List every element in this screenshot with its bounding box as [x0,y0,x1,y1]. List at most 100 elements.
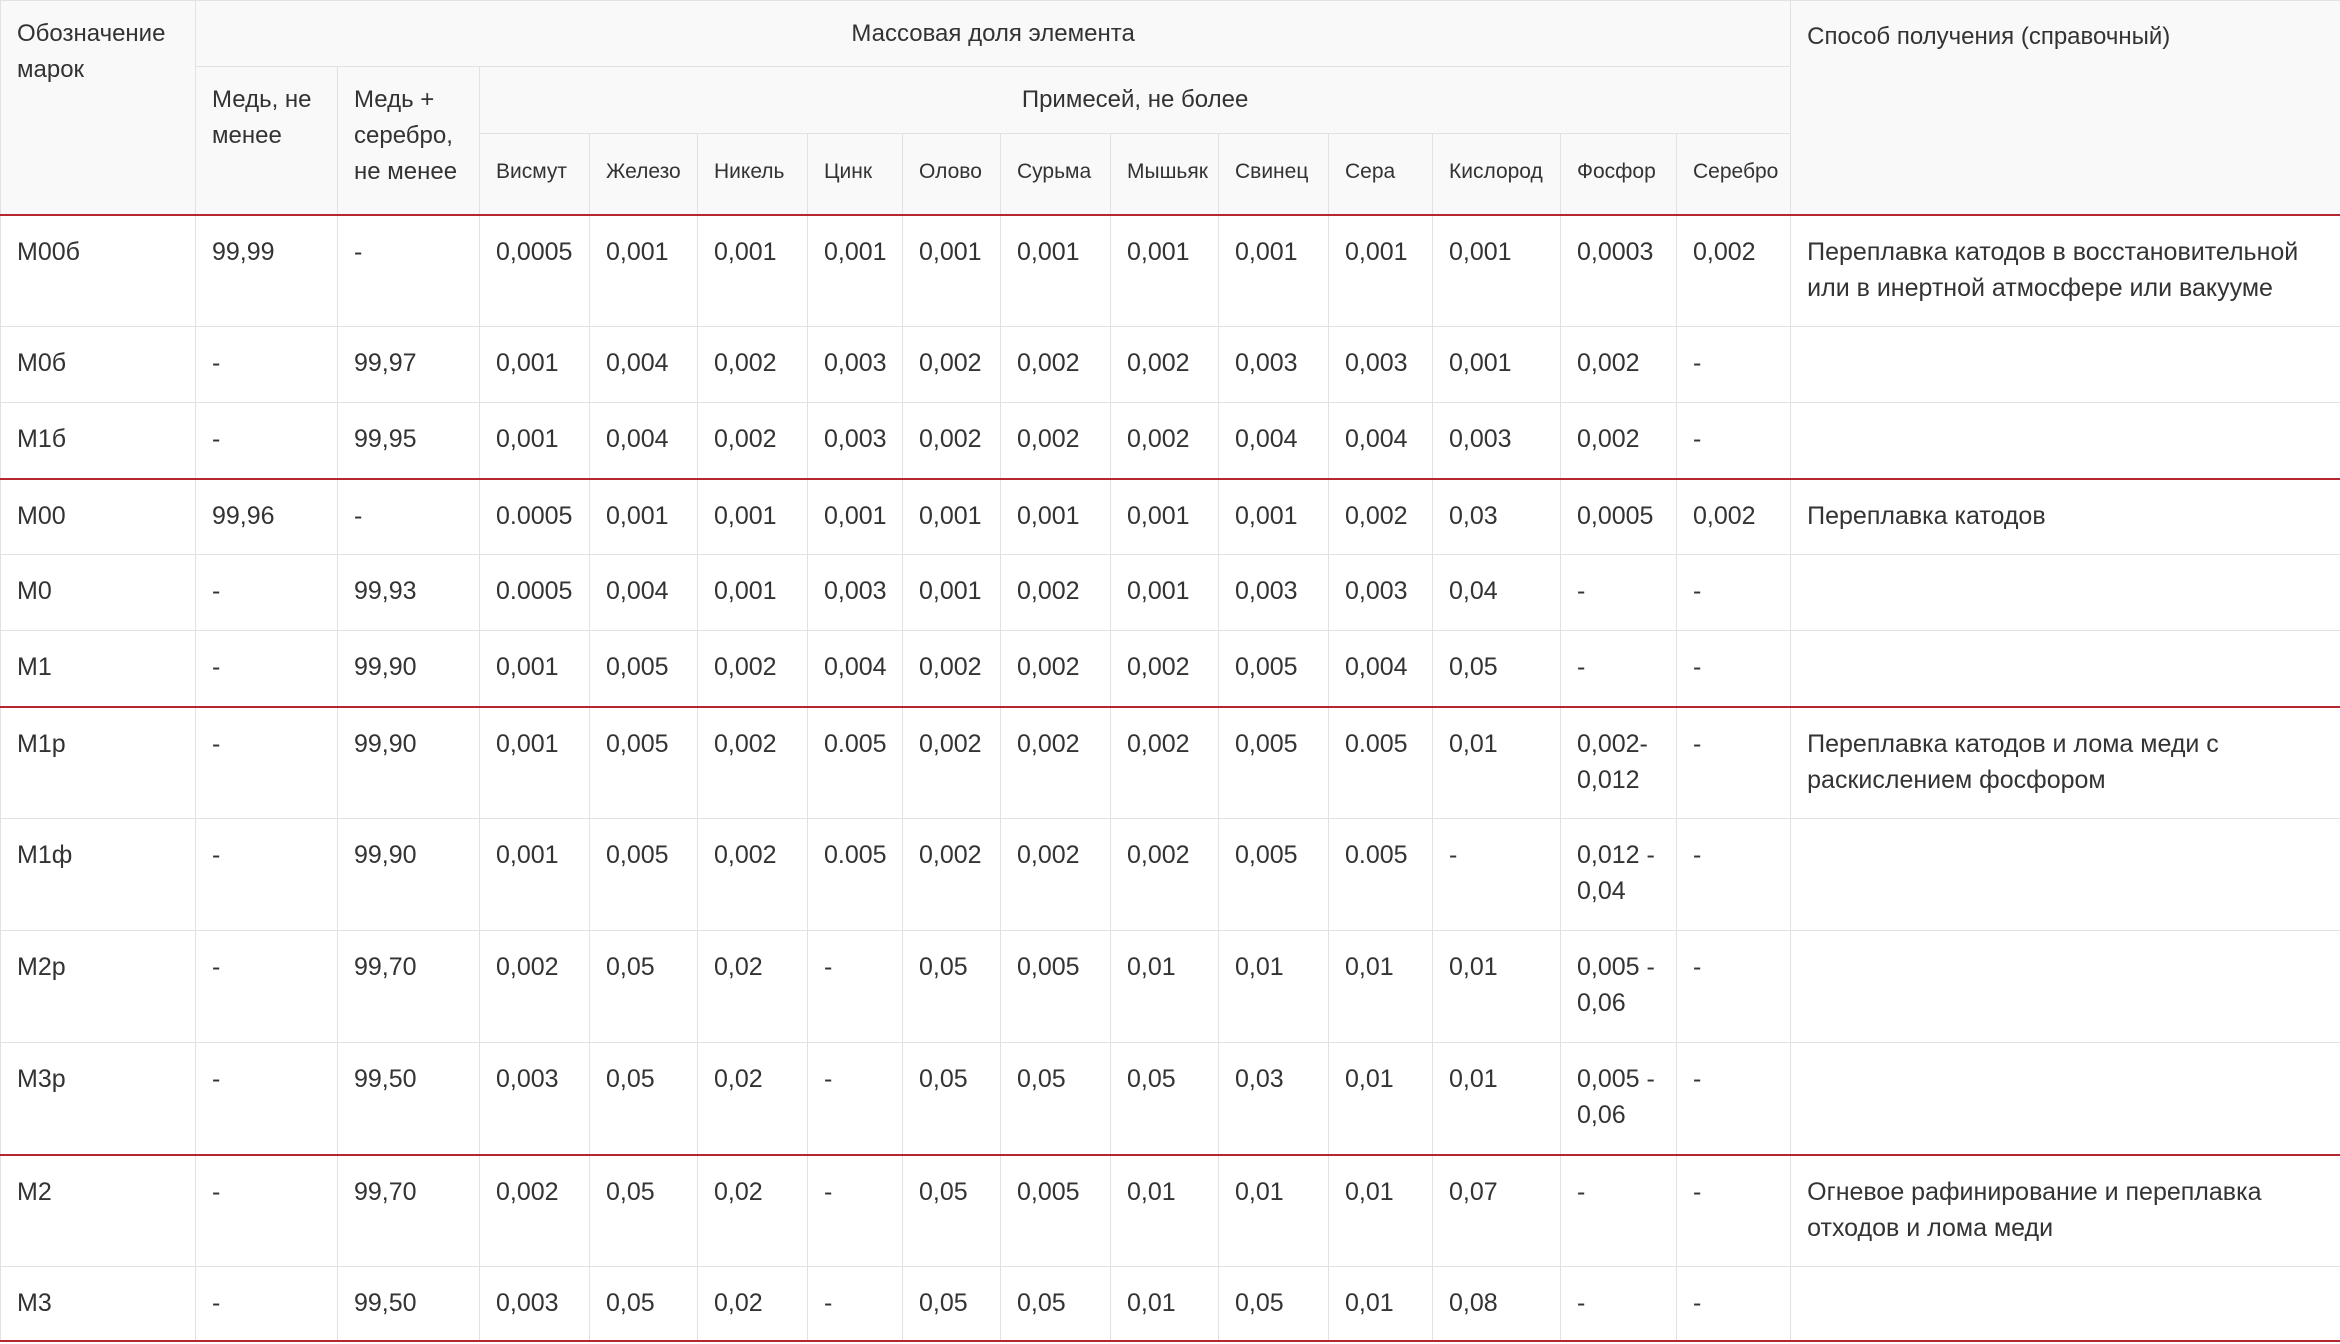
impurity-cell: 0,001 [589,213,698,327]
impurity-cell: 0,002 [1560,326,1677,403]
method-cell: Переплавка катодов [1790,477,2340,555]
impurity-cell: 0,002 [902,818,1001,931]
header-impurity-antimony: Сурьма [1000,133,1111,216]
impurity-cell: 0,002 [902,402,1001,479]
grade-cell: М1б [0,402,196,479]
copper-cell: - [195,1153,338,1267]
impurity-cell: 0,05 [1218,1266,1329,1342]
impurity-cell: 0,005 - 0,06 [1560,930,1677,1043]
grade-cell: М0 [0,554,196,631]
impurity-cell: 0,05 [589,930,698,1043]
impurity-cell: 0,003 [1218,326,1329,403]
impurity-cell: 0,001 [807,213,903,327]
impurity-cell: 0,03 [1218,1042,1329,1155]
copper-grades-table: Обозначение марок Массовая доля элемента… [0,0,2340,1342]
impurity-cell: 0,01 [1328,1153,1433,1267]
impurity-cell: 0,001 [902,477,1001,555]
impurity-cell: 0,005 [1218,818,1329,931]
impurity-cell: - [1675,818,1792,931]
impurity-cell: 0,02 [697,1266,808,1342]
impurity-cell: 0,001 [902,554,1001,631]
impurity-cell: 0,001 [697,554,808,631]
impurity-cell: 0,002 [902,705,1001,819]
impurity-cell: 0.005 [1328,818,1433,931]
impurity-cell: 0,05 [1000,1266,1111,1342]
header-impurity-silver: Серебро [1675,133,1792,216]
impurity-cell: - [1675,1153,1792,1267]
impurity-cell: 0,01 [1110,1153,1219,1267]
copper-silver-cell: 99,70 [337,1153,480,1267]
table-row: М00 99,96 - 0.0005 0,001 0,001 0,001 0,0… [0,477,2340,555]
grade-cell: М1ф [0,818,196,931]
impurity-cell: - [807,1266,903,1342]
impurity-cell: 0,001 [479,326,590,403]
impurity-cell: 0,001 [589,477,698,555]
copper-cell: - [195,705,338,819]
copper-cell: - [195,1266,338,1342]
impurity-cell: 0,001 [1110,477,1219,555]
header-impurity-bismuth: Висмут [479,133,590,216]
impurity-cell: 0,001 [1000,213,1111,327]
impurity-cell: 0,002 [697,630,808,707]
impurity-cell: 0,001 [1328,213,1433,327]
impurity-cell: 0,005 [589,630,698,707]
impurity-cell: 0,001 [697,477,808,555]
grade-cell: М00 [0,477,196,555]
impurity-cell: 0,004 [807,630,903,707]
impurity-cell: 0,05 [589,1266,698,1342]
impurity-cell: 0,005 [1000,930,1111,1043]
impurity-cell: 0,002 [1675,477,1792,555]
impurity-cell: 0,01 [1218,930,1329,1043]
impurity-cell: - [807,1153,903,1267]
copper-silver-cell: 99,90 [337,705,480,819]
table-row: М2 - 99,70 0,002 0,05 0,02 - 0,05 0,005 … [0,1153,2340,1267]
copper-cell: - [195,630,338,707]
impurity-cell: 0,01 [1328,1042,1433,1155]
table-row: М2р - 99,70 0,002 0,05 0,02 - 0,05 0,005… [0,930,2340,1043]
impurity-cell: 0,08 [1432,1266,1561,1342]
impurity-cell: 0,002 [1110,818,1219,931]
copper-cell: - [195,1042,338,1155]
copper-silver-cell: 99,90 [337,818,480,931]
impurity-cell: 0,005 [1218,705,1329,819]
impurity-cell: - [1675,705,1792,819]
impurity-cell: 0,05 [589,1042,698,1155]
impurity-cell: 0,001 [1218,477,1329,555]
impurity-cell: 0,001 [479,705,590,819]
impurity-cell: 0,004 [1328,630,1433,707]
impurity-cell: 0,001 [479,630,590,707]
table-row: М1ф - 99,90 0,001 0,005 0,002 0.005 0,00… [0,818,2340,931]
impurity-cell: - [807,1042,903,1155]
impurity-cell: 0.0005 [479,554,590,631]
impurity-cell: 0,02 [697,1042,808,1155]
impurity-cell: 0,012 - 0,04 [1560,818,1677,931]
impurity-cell: 0,003 [1218,554,1329,631]
impurity-cell: 0,07 [1432,1153,1561,1267]
method-cell [1790,1266,2340,1342]
impurity-cell: 0,002 [1000,554,1111,631]
header-impurity-phosphorus: Фосфор [1560,133,1677,216]
impurity-cell: - [1560,1153,1677,1267]
impurity-cell: 0.005 [807,705,903,819]
impurity-cell: 0,01 [1328,1266,1433,1342]
header-impurity-sulfur: Сера [1328,133,1433,216]
copper-cell: - [195,554,338,631]
table-row: М1б - 99,95 0,001 0,004 0,002 0,003 0,00… [0,402,2340,479]
impurity-cell: 0,002 [1000,326,1111,403]
impurity-cell: - [1432,818,1561,931]
impurity-cell: 0,01 [1110,930,1219,1043]
impurity-cell: 0,001 [902,213,1001,327]
impurity-cell: 0,001 [479,402,590,479]
impurity-cell: 0.0005 [479,477,590,555]
impurity-cell: 0,003 [1328,326,1433,403]
impurity-cell: 0,003 [479,1266,590,1342]
impurity-cell: 0,003 [1328,554,1433,631]
impurity-cell: 0,01 [1110,1266,1219,1342]
impurity-cell: 0,05 [589,1153,698,1267]
impurity-cell: 0,002 [697,326,808,403]
method-cell [1790,630,2340,707]
impurity-cell: 0,001 [1000,477,1111,555]
impurity-cell: 0,003 [479,1042,590,1155]
header-impurity-lead: Свинец [1218,133,1329,216]
impurity-cell: 0,002 [697,818,808,931]
